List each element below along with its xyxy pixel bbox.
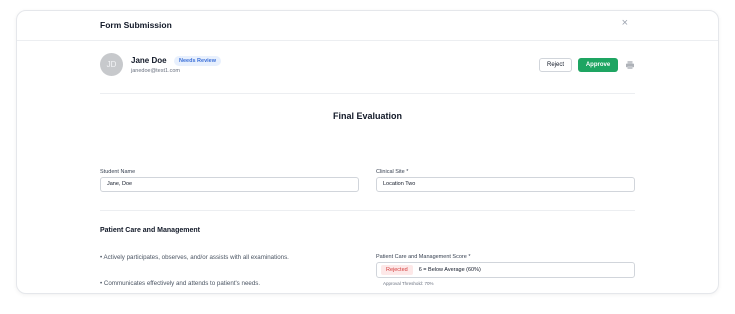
form-submission-modal: Form Submission × JD Jane Doe Needs Revi…: [16, 10, 719, 294]
rejected-badge: Rejected: [381, 265, 413, 275]
avatar: JD: [100, 53, 123, 76]
close-icon[interactable]: ×: [622, 17, 628, 29]
page-title: Final Evaluation: [332, 111, 402, 121]
score-label: Patient Care and Management Score *: [376, 254, 471, 260]
reject-button[interactable]: Reject: [539, 58, 572, 72]
divider: [100, 93, 635, 94]
status-badge: Needs Review: [174, 56, 221, 66]
approve-button[interactable]: Approve: [578, 58, 618, 72]
clinical-site-field[interactable]: Location Two: [376, 177, 635, 192]
approval-threshold: Approval Threshold: 70%: [383, 281, 434, 286]
student-name-label: Student Name: [100, 169, 136, 175]
clinical-site-label: Clinical Site *: [376, 169, 409, 175]
modal-title: Form Submission: [100, 20, 172, 30]
score-select[interactable]: Rejected 6 = Below Average (60%): [376, 262, 635, 278]
modal-header: Form Submission ×: [17, 11, 718, 41]
user-name: Jane Doe: [131, 56, 167, 65]
list-item: • Communicates effectively and attends t…: [100, 280, 261, 287]
printer-icon[interactable]: [625, 60, 635, 70]
section-heading: Patient Care and Management: [100, 227, 200, 234]
student-name-field[interactable]: Jane, Doe: [100, 177, 359, 192]
score-value: 6 = Below Average (60%): [418, 267, 481, 273]
list-item: • Actively participates, observes, and/o…: [100, 254, 289, 261]
user-email: janedoe@test1.com: [131, 68, 181, 74]
divider: [100, 210, 635, 211]
